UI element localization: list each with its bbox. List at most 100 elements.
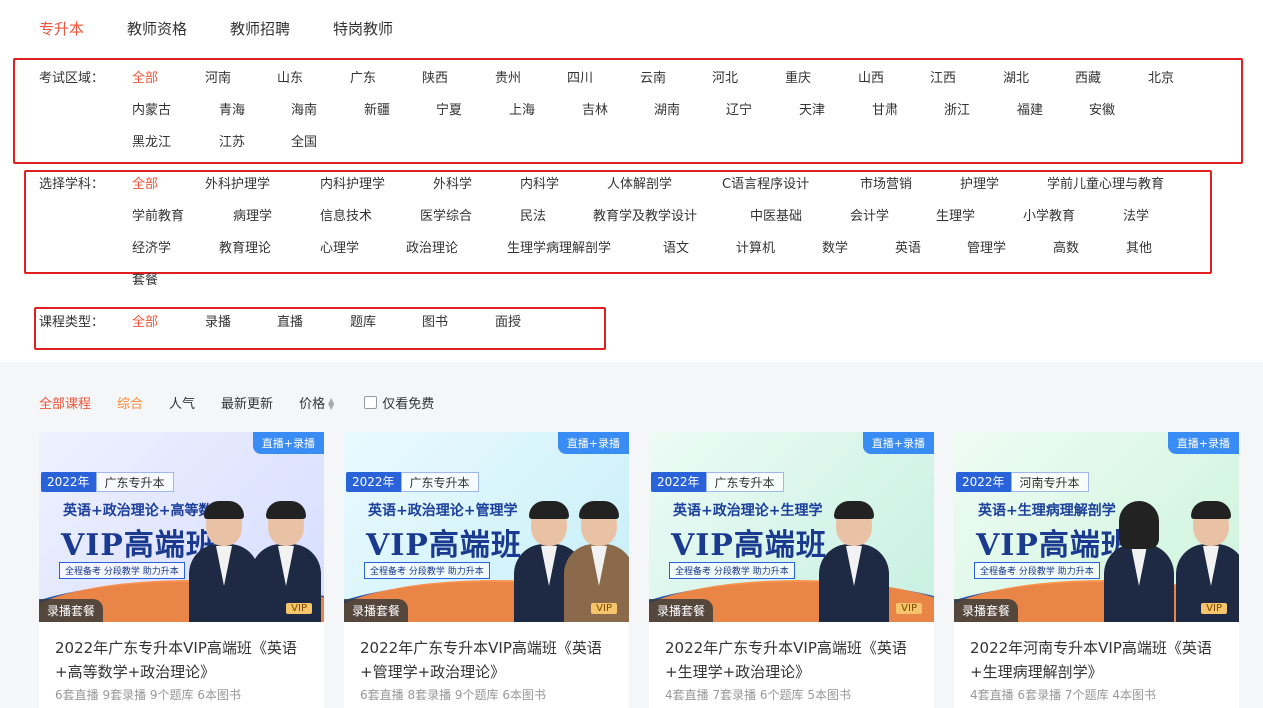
region-option[interactable]: 江西 (930, 67, 956, 86)
course-banner[interactable]: 直播+录播 2022年 广东专升本 英语+政治理论+管理学 VIP高端班 全程备… (344, 432, 629, 622)
region-option[interactable]: 甘肃 (872, 99, 898, 118)
subject-option[interactable]: 管理学 (967, 237, 1006, 256)
subject-option[interactable]: 护理学 (960, 173, 999, 192)
subject-option[interactable]: 民法 (520, 205, 546, 224)
course-banner[interactable]: 直播+录播 2022年 河南专升本 英语+生理病理解剖学 VIP高端班 全程备考… (954, 432, 1239, 622)
course-title[interactable]: 2022年河南专升本VIP高端班《英语+生理病理解剖学》 (970, 636, 1226, 684)
course-title[interactable]: 2022年广东专升本VIP高端班《英语+生理学+政治理论》 (665, 636, 921, 684)
subject-option[interactable]: 全部 (132, 173, 158, 192)
subject-option[interactable]: 套餐 (132, 269, 158, 288)
subject-option[interactable]: 经济学 (132, 237, 171, 256)
course-type-option[interactable]: 图书 (422, 311, 448, 330)
sort-popular[interactable]: 人气 (169, 393, 195, 412)
region-option[interactable]: 福建 (1017, 99, 1043, 118)
subject-option[interactable]: 会计学 (850, 205, 889, 224)
live-recorded-badge: 直播+录播 (862, 432, 934, 454)
course-card[interactable]: 直播+录播 2022年 广东专升本 英语+政治理论+高等数学 VIP高端班 全程… (39, 432, 324, 708)
subject-option[interactable]: 政治理论 (406, 237, 458, 256)
live-recorded-badge: 直播+录播 (557, 432, 629, 454)
region-option[interactable]: 浙江 (944, 99, 970, 118)
tab-special-post-teacher[interactable]: 特岗教师 (333, 18, 393, 42)
region-option[interactable]: 江苏 (219, 131, 245, 150)
region-option[interactable]: 广东 (350, 67, 376, 86)
subject-option[interactable]: 人体解剖学 (607, 173, 672, 192)
subject-option[interactable]: 市场营销 (860, 173, 912, 192)
sort-latest[interactable]: 最新更新 (221, 393, 273, 412)
course-title[interactable]: 2022年广东专升本VIP高端班《英语+管理学+政治理论》 (360, 636, 616, 684)
region-option[interactable]: 陕西 (422, 67, 448, 86)
course-card[interactable]: 直播+录播 2022年 广东专升本 英语+政治理论+管理学 VIP高端班 全程备… (344, 432, 629, 708)
region-option[interactable]: 宁夏 (436, 99, 462, 118)
course-type-option[interactable]: 面授 (495, 311, 521, 330)
subject-option[interactable]: 内科护理学 (320, 173, 385, 192)
subject-option[interactable]: 其他 (1126, 237, 1152, 256)
year-label: 2022年 (41, 472, 96, 492)
course-banner[interactable]: 直播+录播 2022年 广东专升本 英语+政治理论+生理学 VIP高端班 全程备… (649, 432, 934, 622)
region-option[interactable]: 河北 (712, 67, 738, 86)
region-option[interactable]: 云南 (640, 67, 666, 86)
subject-option[interactable]: 生理学 (936, 205, 975, 224)
region-option[interactable]: 吉林 (582, 99, 608, 118)
region-option[interactable]: 青海 (219, 99, 245, 118)
region-option[interactable]: 上海 (509, 99, 535, 118)
region-option[interactable]: 辽宁 (726, 99, 752, 118)
region-option[interactable]: 四川 (567, 67, 593, 86)
region-option[interactable]: 贵州 (495, 67, 521, 86)
free-only-filter[interactable]: 仅看免费 (364, 393, 434, 412)
sort-price[interactable]: 价格 ▲ ▼ (299, 393, 334, 412)
subject-option[interactable]: 高数 (1053, 237, 1079, 256)
region-option[interactable]: 新疆 (364, 99, 390, 118)
course-type-option[interactable]: 全部 (132, 311, 158, 330)
region-option[interactable]: 全部 (132, 67, 158, 86)
subject-option[interactable]: 学前教育 (132, 205, 184, 224)
subject-option[interactable]: 外科学 (433, 173, 472, 192)
course-card[interactable]: 直播+录播 2022年 河南专升本 英语+生理病理解剖学 VIP高端班 全程备考… (954, 432, 1239, 708)
region-option[interactable]: 安徽 (1089, 99, 1115, 118)
region-option[interactable]: 北京 (1148, 67, 1174, 86)
subject-option[interactable]: 外科护理学 (205, 173, 270, 192)
region-option[interactable]: 天津 (799, 99, 825, 118)
subject-option[interactable]: 信息技术 (320, 205, 372, 224)
subject-option[interactable]: 英语 (895, 237, 921, 256)
subject-option[interactable]: 学前儿童心理与教育 (1047, 173, 1164, 192)
tab-zhuanshengben[interactable]: 专升本 (39, 18, 84, 42)
subject-option[interactable]: 数学 (822, 237, 848, 256)
subject-option[interactable]: 医学综合 (420, 205, 472, 224)
subject-option[interactable]: 教育学及教学设计 (593, 205, 697, 224)
course-title[interactable]: 2022年广东专升本VIP高端班《英语+高等数学+政治理论》 (55, 636, 311, 684)
sort-all-courses[interactable]: 全部课程 (39, 393, 91, 412)
course-type-option[interactable]: 录播 (205, 311, 231, 330)
subject-option[interactable]: 法学 (1123, 205, 1149, 224)
region-option[interactable]: 西藏 (1075, 67, 1101, 86)
subject-option[interactable]: 计算机 (736, 237, 775, 256)
course-card[interactable]: 直播+录播 2022年 广东专升本 英语+政治理论+生理学 VIP高端班 全程备… (649, 432, 934, 708)
tab-teacher-recruitment[interactable]: 教师招聘 (230, 18, 290, 42)
course-type-option[interactable]: 直播 (277, 311, 303, 330)
banner-slogan: 全程备考 分段教学 助力升本 (364, 562, 490, 579)
tab-teacher-qualification[interactable]: 教师资格 (127, 18, 187, 42)
region-option[interactable]: 海南 (291, 99, 317, 118)
region-option[interactable]: 湖北 (1003, 67, 1029, 86)
region-option[interactable]: 山西 (858, 67, 884, 86)
region-option[interactable]: 湖南 (654, 99, 680, 118)
course-type-option[interactable]: 题库 (350, 311, 376, 330)
subject-option[interactable]: 教育理论 (219, 237, 271, 256)
region-option[interactable]: 全国 (291, 131, 317, 150)
free-only-checkbox[interactable] (364, 395, 378, 409)
subject-option[interactable]: 语文 (663, 237, 689, 256)
subject-option[interactable]: 心理学 (320, 237, 359, 256)
region-option[interactable]: 内蒙古 (132, 99, 171, 118)
region-option[interactable]: 黑龙江 (132, 131, 171, 150)
vip-badge: VIP (896, 603, 922, 614)
subject-option[interactable]: 内科学 (520, 173, 559, 192)
region-option[interactable]: 河南 (205, 67, 231, 86)
course-banner[interactable]: 直播+录播 2022年 广东专升本 英语+政治理论+高等数学 VIP高端班 全程… (39, 432, 324, 622)
subject-option[interactable]: 中医基础 (750, 205, 802, 224)
subject-option[interactable]: 小学教育 (1023, 205, 1075, 224)
subject-option[interactable]: 生理学病理解剖学 (507, 237, 611, 256)
region-option[interactable]: 山东 (277, 67, 303, 86)
subject-option[interactable]: C语言程序设计 (722, 173, 809, 192)
sort-comprehensive[interactable]: 综合 (117, 393, 143, 412)
subject-option[interactable]: 病理学 (233, 205, 272, 224)
region-option[interactable]: 重庆 (785, 67, 811, 86)
